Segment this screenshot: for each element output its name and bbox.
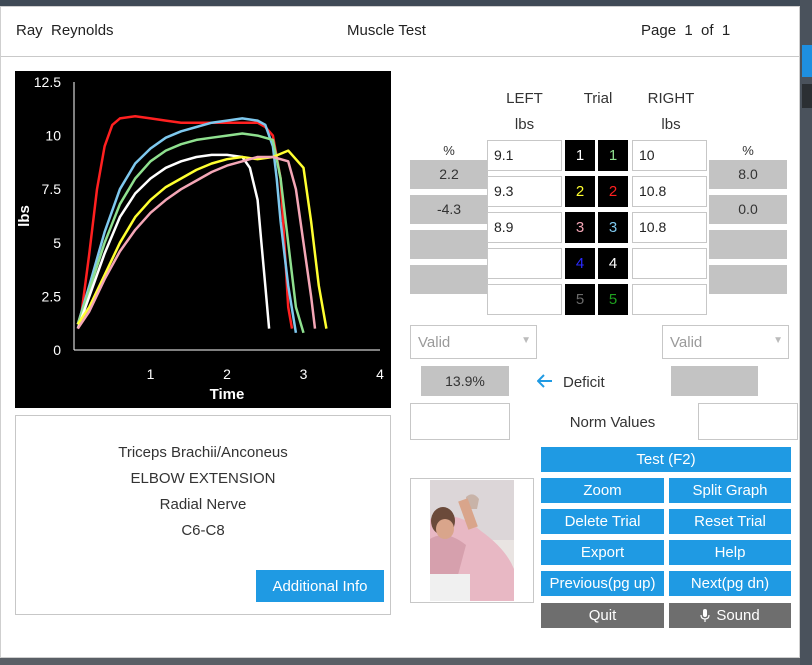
nerve-roots: C6-C8 bbox=[181, 522, 225, 539]
trial-right-3[interactable]: 3 bbox=[598, 212, 628, 243]
trial-right-1[interactable]: 1 bbox=[598, 140, 628, 171]
nerve-name: Radial Nerve bbox=[159, 496, 247, 513]
right-percent-3 bbox=[709, 230, 787, 259]
right-value-3[interactable]: 10.8 bbox=[632, 212, 707, 243]
chevron-down-icon: ▼ bbox=[773, 335, 783, 346]
x-tick-label: 2 bbox=[223, 366, 231, 382]
trial-left-4[interactable]: 4 bbox=[565, 248, 595, 279]
deficit-right-value bbox=[671, 366, 758, 396]
y-tick-label: 12.5 bbox=[34, 74, 61, 90]
help-button[interactable]: Help bbox=[669, 540, 791, 565]
series-line bbox=[76, 155, 317, 330]
series-line bbox=[76, 153, 271, 330]
y-tick-label: 2.5 bbox=[42, 288, 62, 304]
x-tick-label: 1 bbox=[147, 366, 155, 382]
left-header: LEFT bbox=[506, 90, 543, 107]
right-percent-4 bbox=[709, 265, 787, 294]
y-tick-label: 0 bbox=[53, 342, 61, 358]
left-validity-select[interactable]: Valid ▼ bbox=[410, 325, 537, 359]
background-window-edge bbox=[800, 0, 812, 665]
y-tick-label: 7.5 bbox=[42, 181, 62, 197]
right-value-1[interactable]: 10 bbox=[632, 140, 707, 171]
right-percent-1: 8.0 bbox=[709, 160, 787, 189]
split-graph-button[interactable]: Split Graph bbox=[669, 478, 791, 503]
dialog-title: Muscle Test bbox=[347, 22, 426, 39]
left-percent-2: -4.3 bbox=[410, 195, 488, 224]
background-blue-tab bbox=[802, 45, 812, 77]
left-value-4[interactable] bbox=[487, 248, 562, 279]
muscle-name: Triceps Brachii/Anconeus bbox=[118, 444, 288, 461]
series-line bbox=[76, 132, 305, 334]
deficit-label: Deficit bbox=[563, 374, 605, 391]
left-validity-value: Valid bbox=[418, 334, 451, 351]
deficit-value: 13.9% bbox=[421, 366, 509, 396]
left-value-3[interactable]: 8.9 bbox=[487, 212, 562, 243]
trial-left-3[interactable]: 3 bbox=[565, 212, 595, 243]
trial-right-4[interactable]: 4 bbox=[598, 248, 628, 279]
chevron-down-icon: ▼ bbox=[521, 335, 531, 346]
previous-button[interactable]: Previous(pg up) bbox=[541, 571, 664, 596]
force-graph-svg: 0 2.5 5 7.5 10 12.5 1 2 3 4 Time lbs bbox=[16, 74, 384, 403]
left-percent-header: % bbox=[443, 143, 455, 158]
patient-photo-image bbox=[430, 480, 514, 601]
left-value-1[interactable]: 9.1 bbox=[487, 140, 562, 171]
quit-button[interactable]: Quit bbox=[541, 603, 664, 628]
right-value-2[interactable]: 10.8 bbox=[632, 176, 707, 207]
arrow-left-icon bbox=[537, 374, 552, 388]
right-validity-value: Valid bbox=[670, 334, 703, 351]
x-tick-label: 4 bbox=[376, 366, 384, 382]
right-unit-header: lbs bbox=[661, 116, 681, 133]
page-indicator: Page 1 of 1 bbox=[641, 22, 731, 39]
microphone-icon bbox=[700, 608, 710, 622]
y-axis-label: lbs bbox=[16, 205, 33, 227]
movement-name: ELBOW EXTENSION bbox=[130, 470, 276, 487]
additional-info-button[interactable]: Additional Info bbox=[256, 570, 384, 602]
background-dark-tab bbox=[802, 84, 812, 108]
left-unit-header: lbs bbox=[514, 116, 535, 133]
trial-right-2[interactable]: 2 bbox=[598, 176, 628, 207]
muscle-test-photo bbox=[410, 478, 534, 603]
trial-left-1[interactable]: 1 bbox=[565, 140, 595, 171]
right-value-5[interactable] bbox=[632, 284, 707, 315]
sound-label: Sound bbox=[716, 607, 760, 624]
left-percent-4 bbox=[410, 265, 488, 294]
left-percent-1: 2.2 bbox=[410, 160, 488, 189]
x-axis-label: Time bbox=[210, 386, 245, 403]
right-percent-header: % bbox=[742, 143, 754, 158]
test-button[interactable]: Test (F2) bbox=[541, 447, 791, 472]
trial-left-2[interactable]: 2 bbox=[565, 176, 595, 207]
next-button[interactable]: Next(pg dn) bbox=[669, 571, 791, 596]
sound-button[interactable]: Sound bbox=[669, 603, 791, 628]
force-graph: 0 2.5 5 7.5 10 12.5 1 2 3 4 Time lbs bbox=[15, 71, 391, 408]
norm-left-box[interactable] bbox=[410, 403, 510, 440]
right-value-4[interactable] bbox=[632, 248, 707, 279]
norm-right-box[interactable] bbox=[698, 403, 798, 440]
muscle-info-panel: Triceps Brachii/Anconeus ELBOW EXTENSION… bbox=[15, 415, 391, 615]
y-tick-label: 10 bbox=[45, 128, 61, 144]
x-tick-label: 3 bbox=[300, 366, 308, 382]
reset-trial-button[interactable]: Reset Trial bbox=[669, 509, 791, 534]
trial-right-5[interactable]: 5 bbox=[598, 284, 628, 315]
right-header: RIGHT bbox=[647, 90, 695, 107]
export-button[interactable]: Export bbox=[541, 540, 664, 565]
left-value-5[interactable] bbox=[487, 284, 562, 315]
zoom-button[interactable]: Zoom bbox=[541, 478, 664, 503]
dialog-header: Ray Reynolds Muscle Test Page 1 of 1 bbox=[1, 7, 799, 57]
norm-values-label: Norm Values bbox=[569, 414, 656, 431]
muscle-test-dialog: Ray Reynolds Muscle Test Page 1 of 1 0 2.… bbox=[0, 6, 800, 658]
delete-trial-button[interactable]: Delete Trial bbox=[541, 509, 664, 534]
right-validity-select[interactable]: Valid ▼ bbox=[662, 325, 789, 359]
y-tick-label: 5 bbox=[53, 235, 61, 251]
right-percent-2: 0.0 bbox=[709, 195, 787, 224]
patient-name: Ray Reynolds bbox=[16, 22, 114, 39]
left-value-2[interactable]: 9.3 bbox=[487, 176, 562, 207]
left-percent-3 bbox=[410, 230, 488, 259]
trial-left-5[interactable]: 5 bbox=[565, 284, 595, 315]
trial-header: Trial bbox=[583, 90, 613, 107]
